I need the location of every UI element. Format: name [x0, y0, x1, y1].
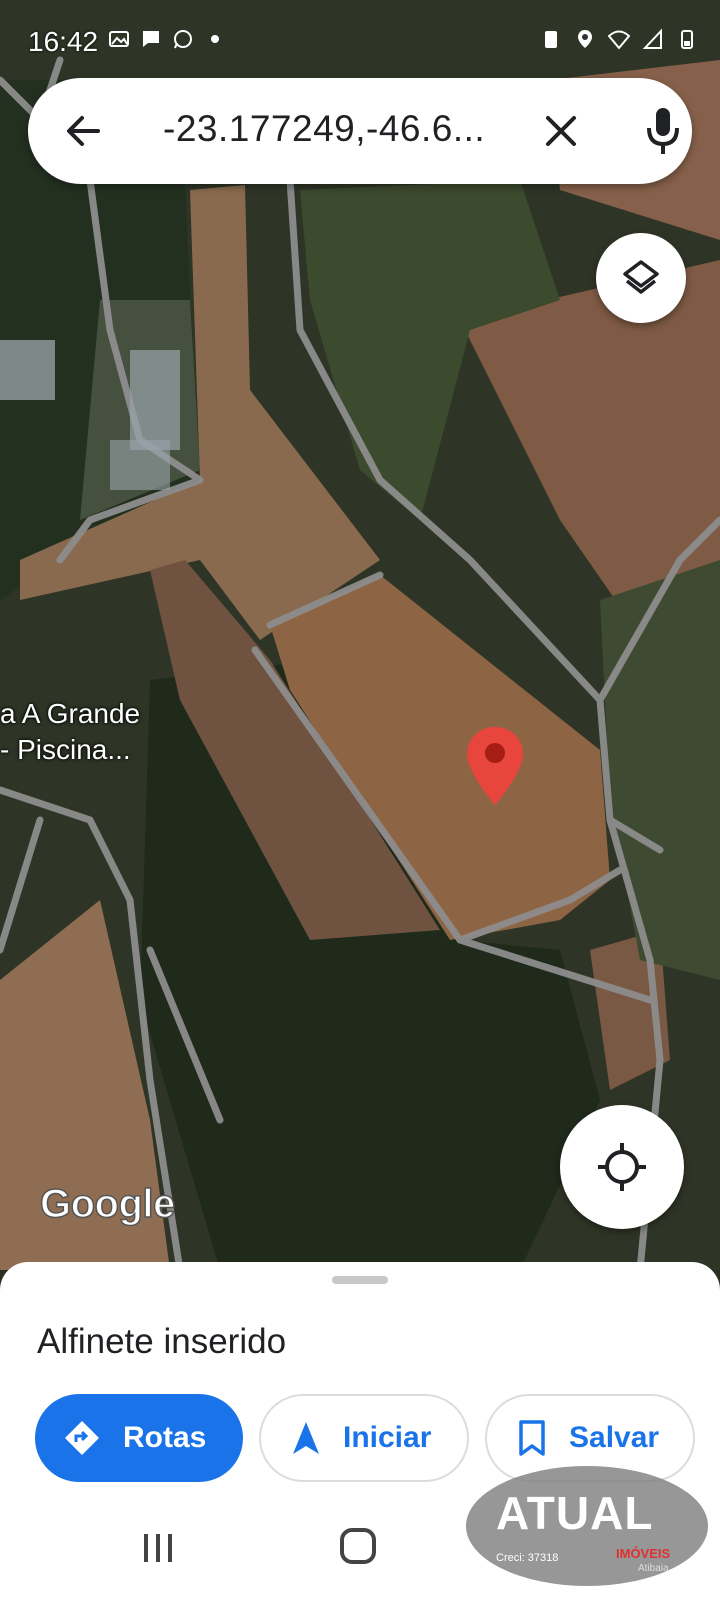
watermark-city: Atibaia	[638, 1563, 669, 1574]
message-icon	[143, 31, 159, 47]
sheet-title: Alfinete inserido	[37, 1322, 287, 1361]
navigation-arrow-icon	[293, 1422, 319, 1454]
layers-button[interactable]	[596, 233, 686, 323]
recents-icon[interactable]	[140, 1530, 176, 1566]
arrow-back-icon[interactable]	[58, 106, 108, 156]
gallery-icon	[109, 31, 129, 47]
my-location-icon	[598, 1143, 646, 1191]
google-attribution: Google	[39, 1181, 176, 1227]
location-icon	[578, 30, 592, 48]
wifi-icon	[608, 30, 630, 50]
watermark-sub: IMÓVEIS	[616, 1546, 671, 1561]
watermark-logo: ATUAL IMÓVEIS Creci: 37318 Atibaia	[466, 1466, 708, 1586]
place-label[interactable]: a A Grande - Piscina...	[0, 696, 140, 768]
drag-handle[interactable]	[332, 1276, 388, 1284]
battery-saver-icon	[545, 31, 557, 48]
mic-icon[interactable]	[638, 102, 688, 158]
watermark-text: ATUAL	[496, 1487, 654, 1539]
search-bar[interactable]: -23.177249,-46.6...	[28, 78, 692, 184]
search-input[interactable]: -23.177249,-46.6...	[163, 108, 485, 150]
whatsapp-icon	[174, 30, 192, 49]
layers-icon	[623, 260, 659, 294]
watermark-creci: Creci: 37318	[496, 1552, 559, 1564]
status-bar: 16:42	[0, 0, 720, 80]
my-location-button[interactable]	[560, 1105, 684, 1229]
bookmark-icon	[519, 1420, 545, 1456]
signal-icon	[642, 28, 662, 49]
directions-button[interactable]: Rotas	[35, 1394, 243, 1482]
home-icon[interactable]	[340, 1528, 376, 1564]
battery-icon	[681, 30, 693, 49]
map-pin-icon[interactable]	[465, 725, 525, 807]
satellite-map[interactable]	[0, 0, 720, 1270]
start-button[interactable]: Iniciar	[259, 1394, 469, 1482]
dot-icon	[211, 35, 219, 43]
close-icon[interactable]	[536, 106, 586, 156]
status-time: 16:42	[28, 26, 99, 57]
directions-icon	[65, 1421, 99, 1455]
